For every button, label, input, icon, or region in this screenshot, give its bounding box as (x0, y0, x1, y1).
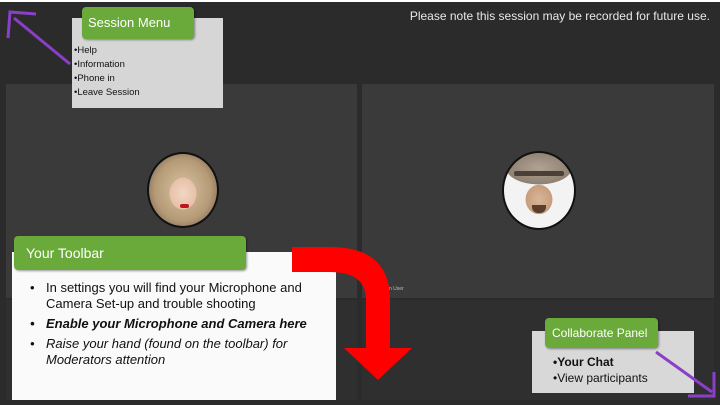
collaborate-pointer-arrow-icon (655, 350, 716, 398)
session-menu-pointer-arrow-icon (6, 10, 71, 66)
annotation-arrows (6, 10, 716, 398)
toolbar-curved-arrow-icon (292, 247, 412, 380)
